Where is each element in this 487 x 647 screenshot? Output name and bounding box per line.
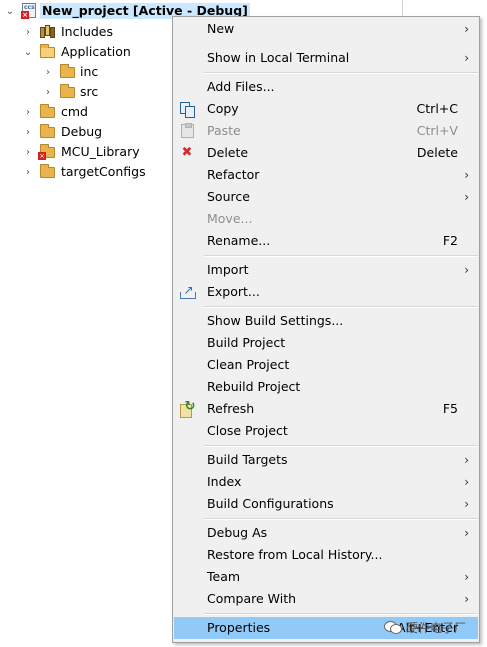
submenu-arrow-icon: › [464, 190, 469, 204]
folder-icon [60, 84, 76, 100]
menu-item-show-in-local-terminal[interactable]: Show in Local Terminal › [174, 47, 478, 69]
menu-item-build-project[interactable]: Build Project [174, 332, 478, 354]
watermark: 硬件电子厂 [384, 617, 466, 637]
tree-item-mcu-library[interactable]: › × MCU_Library [0, 142, 170, 162]
tree-item-label: src [80, 84, 99, 99]
tree-item-label: MCU_Library [61, 144, 140, 159]
menu-item-refresh[interactable]: Refresh F5 [174, 398, 478, 420]
menu-separator [204, 613, 478, 615]
ccs-project-icon: ccs × [21, 3, 36, 19]
shortcut-label: F5 [442, 401, 458, 416]
shortcut-label: F2 [442, 233, 458, 248]
menu-item-debug-as[interactable]: Debug As › [174, 522, 478, 544]
menu-separator [204, 306, 478, 308]
menu-item-add-files[interactable]: Add Files... [174, 76, 478, 98]
chevron-right-icon[interactable]: › [23, 107, 33, 118]
submenu-arrow-icon: › [464, 592, 469, 606]
menu-item-compare-with[interactable]: Compare With › [174, 588, 478, 610]
shortcut-label: Delete [416, 145, 458, 160]
chevron-right-icon[interactable]: › [23, 147, 33, 158]
folder-icon [40, 164, 56, 180]
menu-item-export[interactable]: Export... [174, 281, 478, 303]
submenu-arrow-icon: › [464, 22, 469, 36]
chevron-right-icon[interactable]: › [43, 67, 53, 78]
tree-item-label: Includes [61, 24, 114, 39]
library-icon [40, 24, 56, 40]
watermark-text: 硬件电子厂 [406, 620, 467, 635]
menu-item-import[interactable]: Import › [174, 259, 478, 281]
menu-separator [204, 72, 478, 74]
menu-item-new[interactable]: New › [174, 18, 478, 40]
shortcut-label: Ctrl+V [416, 123, 458, 138]
menu-item-copy[interactable]: Copy Ctrl+C [174, 98, 478, 120]
menu-item-move: Move... [207, 211, 253, 226]
submenu-arrow-icon: › [464, 570, 469, 584]
chevron-right-icon[interactable]: › [23, 27, 33, 38]
folder-icon [40, 104, 56, 120]
menu-item-rebuild-project[interactable]: Rebuild Project [174, 376, 478, 398]
menu-separator [204, 255, 478, 257]
folder-icon [60, 64, 76, 80]
menu-item-close-project[interactable]: Close Project [174, 420, 478, 442]
tree-item-label: cmd [61, 104, 88, 119]
tree-item-src[interactable]: › src [0, 82, 170, 102]
submenu-arrow-icon: › [464, 168, 469, 182]
tree-item-targetconfigs[interactable]: › targetConfigs [0, 162, 170, 182]
menu-separator [204, 518, 478, 520]
submenu-arrow-icon: › [464, 526, 469, 540]
menu-item-team[interactable]: Team › [174, 566, 478, 588]
menu-item-show-build-settings[interactable]: Show Build Settings... [174, 310, 478, 332]
chevron-down-icon[interactable]: ⌄ [5, 6, 15, 17]
shortcut-label: Ctrl+C [416, 101, 458, 116]
wechat-logo-icon [384, 620, 402, 634]
menu-item-paste: Paste Ctrl+V [174, 120, 478, 142]
tree-item-debug[interactable]: › Debug [0, 122, 170, 142]
menu-item-rename[interactable]: Rename... F2 [174, 230, 478, 252]
refresh-icon [179, 399, 195, 418]
menu-item-build-configurations[interactable]: Build Configurations › [174, 493, 478, 515]
menu-item-refactor[interactable]: Refactor › [174, 164, 478, 186]
menu-item-build-targets[interactable]: Build Targets › [174, 449, 478, 471]
submenu-arrow-icon: › [464, 51, 469, 65]
menu-item-restore-from-local-history[interactable]: Restore from Local History... [174, 544, 478, 566]
chevron-right-icon[interactable]: › [23, 167, 33, 178]
menu-item-clean-project[interactable]: Clean Project [174, 354, 478, 376]
tree-item-label: Debug [61, 124, 103, 139]
folder-error-icon: × [38, 144, 56, 160]
submenu-arrow-icon: › [464, 263, 469, 277]
tree-item-inc[interactable]: › inc [0, 62, 170, 82]
submenu-arrow-icon: › [464, 497, 469, 511]
chevron-down-icon[interactable]: ⌄ [23, 47, 33, 58]
export-icon [179, 282, 196, 300]
menu-separator [204, 445, 478, 447]
tree-item-application[interactable]: ⌄ Application [0, 42, 170, 62]
paste-icon [179, 123, 195, 139]
folder-open-icon [40, 44, 56, 60]
menu-item-delete[interactable]: ✖ Delete Delete [174, 142, 478, 164]
submenu-arrow-icon: › [464, 475, 469, 489]
chevron-right-icon[interactable]: › [43, 87, 53, 98]
tree-item-label: targetConfigs [61, 164, 146, 179]
folder-icon [40, 124, 56, 140]
tree-item-label: Application [61, 44, 131, 59]
submenu-arrow-icon: › [464, 453, 469, 467]
tree-item-includes[interactable]: › Includes [0, 22, 170, 42]
copy-icon [179, 101, 195, 118]
tree-item-cmd[interactable]: › cmd [0, 102, 170, 122]
chevron-right-icon[interactable]: › [23, 127, 33, 138]
tree-item-label: inc [80, 64, 99, 79]
menu-item-source[interactable]: Source › [174, 186, 478, 208]
menu-item-index[interactable]: Index › [174, 471, 478, 493]
context-menu: New › Show in Local Terminal › Add Files… [172, 16, 480, 643]
delete-icon: ✖ [181, 145, 193, 160]
